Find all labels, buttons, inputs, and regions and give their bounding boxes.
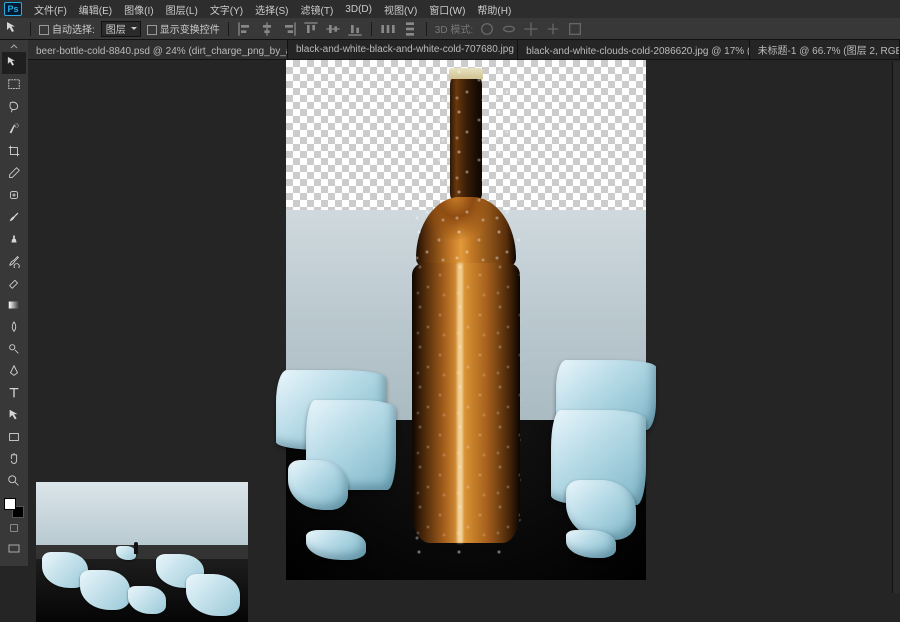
screen-mode-toggle[interactable] <box>3 544 25 558</box>
3d-scale-icon[interactable] <box>567 21 583 37</box>
menu-view[interactable]: 视图(V) <box>378 0 423 19</box>
crop-tool[interactable] <box>2 140 26 162</box>
menu-window[interactable]: 窗口(W) <box>423 0 471 19</box>
3d-roll-icon[interactable] <box>501 21 517 37</box>
menu-3d[interactable]: 3D(D) <box>339 2 378 17</box>
menu-layer[interactable]: 图层(L) <box>160 0 204 19</box>
auto-select-mode-select[interactable]: 图层 <box>101 21 141 37</box>
foreground-color-swatch[interactable] <box>4 498 16 510</box>
type-tool[interactable] <box>2 382 26 404</box>
menu-select[interactable]: 选择(S) <box>249 0 294 19</box>
align-right-icon[interactable] <box>281 21 297 37</box>
spot-healing-tool[interactable] <box>2 184 26 206</box>
align-center-h-icon[interactable] <box>259 21 275 37</box>
quick-selection-tool[interactable] <box>2 118 26 140</box>
app-logo: Ps <box>4 2 22 16</box>
clone-stamp-tool[interactable] <box>2 228 26 250</box>
document-tab-0[interactable]: beer-bottle-cold-8840.psd @ 24% (dirt_ch… <box>28 40 288 59</box>
tab-label: 未标题-1 @ 66.7% (图层 2, RGB/8... <box>758 42 900 57</box>
show-transform-label: 显示变换控件 <box>160 25 220 36</box>
tab-label: black-and-white-black-and-white-cold-707… <box>296 44 518 55</box>
menu-edit[interactable]: 编辑(E) <box>73 0 118 19</box>
blur-tool[interactable] <box>2 316 26 338</box>
reference-image-panel[interactable] <box>36 482 248 622</box>
tool-palette <box>0 40 28 566</box>
menu-file[interactable]: 文件(F) <box>28 0 73 19</box>
document-canvas[interactable] <box>286 60 646 580</box>
hand-tool[interactable] <box>2 448 26 470</box>
eyedropper-tool[interactable] <box>2 162 26 184</box>
3d-orbit-icon[interactable] <box>479 21 495 37</box>
align-bottom-icon[interactable] <box>347 21 363 37</box>
history-brush-tool[interactable] <box>2 250 26 272</box>
document-tab-2[interactable]: black-and-white-clouds-cold-2086620.jpg … <box>518 40 749 59</box>
quick-mask-toggle[interactable] <box>3 524 25 538</box>
lasso-tool[interactable] <box>2 96 26 118</box>
move-tool-icon <box>6 21 22 37</box>
3d-slide-icon[interactable] <box>545 21 561 37</box>
move-tool[interactable] <box>2 52 26 74</box>
bottle-layer <box>411 68 521 558</box>
auto-select-label: 自动选择: <box>52 25 95 36</box>
zoom-tool[interactable] <box>2 470 26 492</box>
rectangle-tool[interactable] <box>2 426 26 448</box>
align-left-icon[interactable] <box>237 21 253 37</box>
work-area <box>28 60 900 593</box>
show-transform-checkbox[interactable]: 显示变换控件 <box>147 21 220 36</box>
menu-bar: Ps 文件(F) 编辑(E) 图像(I) 图层(L) 文字(Y) 选择(S) 滤… <box>0 0 900 18</box>
menu-help[interactable]: 帮助(H) <box>471 0 517 19</box>
dodge-tool[interactable] <box>2 338 26 360</box>
rectangular-marquee-tool[interactable] <box>2 74 26 96</box>
pen-tool[interactable] <box>2 360 26 382</box>
panel-dock[interactable] <box>892 62 900 593</box>
distribute-h-icon[interactable] <box>380 21 396 37</box>
options-bar: 自动选择: 图层 显示变换控件 3D 模式: <box>0 18 900 40</box>
document-tab-3[interactable]: 未标题-1 @ 66.7% (图层 2, RGB/8... × <box>750 40 900 59</box>
color-swatches[interactable] <box>4 498 24 518</box>
distribute-v-icon[interactable] <box>402 21 418 37</box>
tab-label: beer-bottle-cold-8840.psd @ 24% (dirt_ch… <box>36 42 288 57</box>
tab-label: black-and-white-clouds-cold-2086620.jpg … <box>526 42 749 57</box>
document-tab-1[interactable]: black-and-white-black-and-white-cold-707… <box>288 40 518 59</box>
gradient-tool[interactable] <box>2 294 26 316</box>
menu-image[interactable]: 图像(I) <box>118 0 159 19</box>
menu-type[interactable]: 文字(Y) <box>204 0 249 19</box>
brush-tool[interactable] <box>2 206 26 228</box>
menu-filter[interactable]: 滤镜(T) <box>295 0 340 19</box>
align-middle-icon[interactable] <box>325 21 341 37</box>
path-selection-tool[interactable] <box>2 404 26 426</box>
align-top-icon[interactable] <box>303 21 319 37</box>
3d-pan-icon[interactable] <box>523 21 539 37</box>
document-tab-bar: beer-bottle-cold-8840.psd @ 24% (dirt_ch… <box>0 40 900 60</box>
auto-select-checkbox[interactable]: 自动选择: <box>39 21 95 36</box>
eraser-tool[interactable] <box>2 272 26 294</box>
mode3d-label: 3D 模式: <box>435 21 473 36</box>
